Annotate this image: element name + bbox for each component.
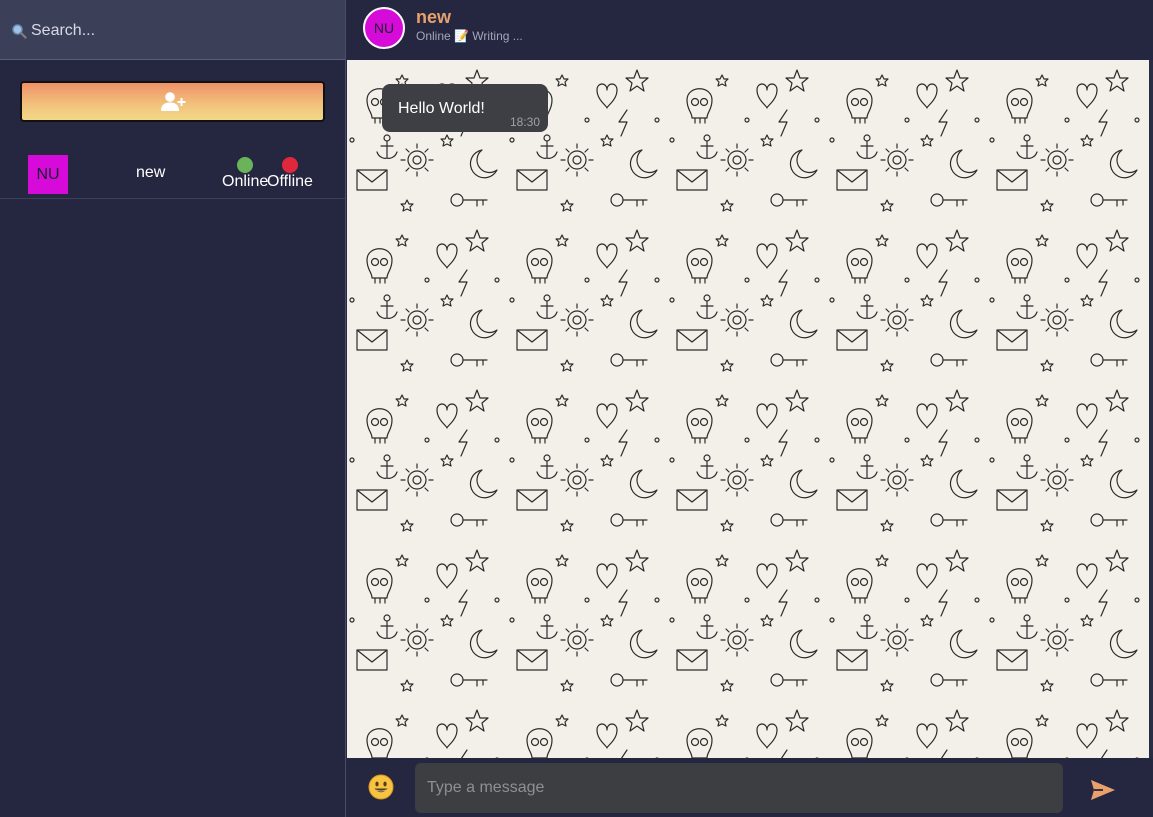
online-status-dot [237,157,253,173]
search-input[interactable] [31,18,331,44]
add-contact-button[interactable] [20,81,325,122]
chat-header: NU new Online 📝 Writing ... [346,0,1153,59]
chat-contact-status: Online 📝 Writing ... [416,29,523,43]
message-text: Hello World! [398,100,485,117]
message-input[interactable] [415,763,1063,813]
chat-background-pattern [347,60,1149,758]
message-time: 18:30 [509,115,540,129]
contact-avatar: NU [28,155,68,194]
add-user-icon [161,92,186,111]
scrollbar[interactable] [1149,60,1153,758]
search-icon [12,24,27,39]
message-bubble[interactable]: Hello World! 18:30 [382,84,548,132]
sidebar: NU new Online Offline [0,0,346,817]
offline-status-dot [282,157,298,173]
online-status-label: Online [222,173,269,190]
search-bar [0,0,345,60]
message-composer [346,758,1153,817]
contact-name: new [136,164,166,181]
message-area[interactable]: Hello World! 18:30 [347,60,1149,758]
contact-list-item[interactable]: NU new Online Offline [0,150,345,199]
emoji-icon[interactable] [368,774,394,800]
chat-contact-name: new [416,7,452,27]
send-icon[interactable] [1089,776,1117,804]
chat-header-avatar[interactable]: NU [363,7,405,49]
offline-status-label: Offline [267,173,313,190]
